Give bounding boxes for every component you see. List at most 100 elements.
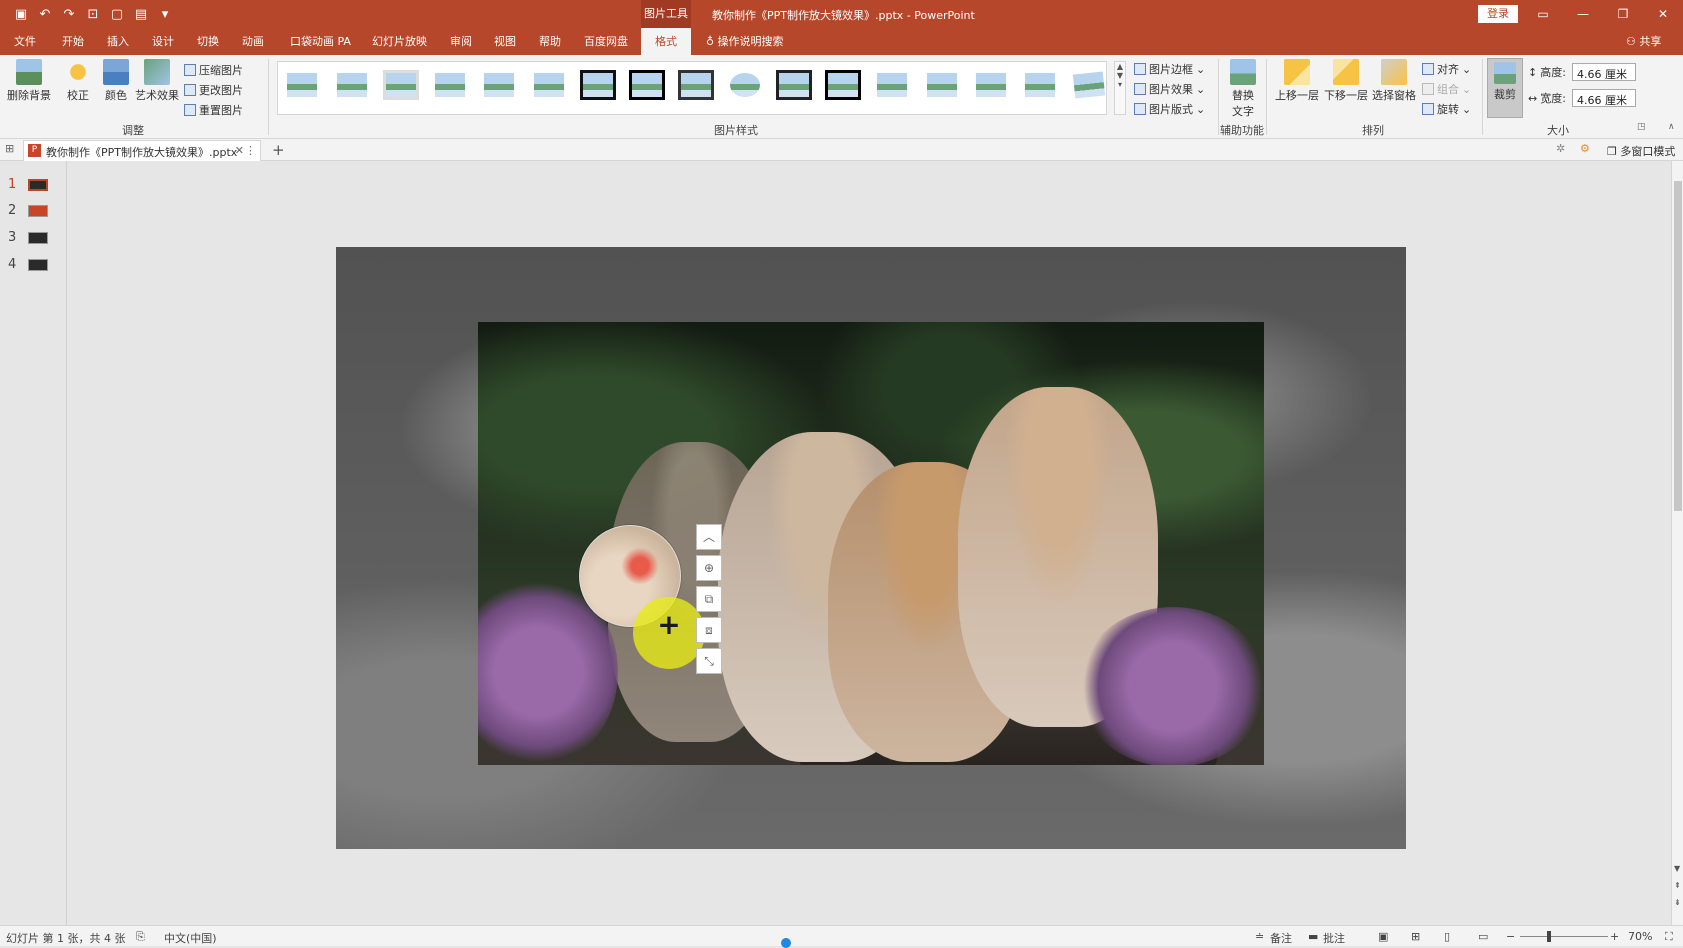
zoom-level[interactable]: 70% xyxy=(1628,930,1652,943)
selection-pane-button[interactable]: 选择窗格 xyxy=(1371,59,1417,103)
document-tab[interactable]: P 教你制作《PPT制作放大镜效果》.pptx ✕ ⋮ xyxy=(23,140,261,161)
notes-button[interactable]: 备注 xyxy=(1270,930,1292,946)
scrollbar-thumb[interactable] xyxy=(1674,181,1682,511)
accessibility-check-icon[interactable]: ⎘ xyxy=(136,930,145,944)
reset-picture-button[interactable]: 重置图片 xyxy=(184,102,243,118)
slideshow-icon[interactable]: ▭ xyxy=(1478,930,1488,943)
style-thumb[interactable] xyxy=(580,70,616,100)
language-indicator[interactable]: 中文(中国) xyxy=(164,930,217,946)
ribbon-display-options-icon[interactable]: ▭ xyxy=(1523,0,1563,28)
login-button[interactable]: 登录 xyxy=(1478,5,1518,23)
undo-icon[interactable]: ↶ xyxy=(36,5,54,23)
restore-icon[interactable]: ❐ xyxy=(1603,0,1643,28)
minimize-icon[interactable]: — xyxy=(1563,0,1603,28)
tab-format[interactable]: 格式 xyxy=(641,28,691,55)
normal-view-icon[interactable]: ▣ xyxy=(1378,930,1388,943)
style-thumb[interactable] xyxy=(1022,70,1058,100)
corrections-button[interactable]: 校正 xyxy=(62,59,94,103)
tab-home[interactable]: 开始 xyxy=(60,28,86,55)
style-thumb[interactable] xyxy=(284,70,320,100)
tab-review[interactable]: 审阅 xyxy=(448,28,474,55)
tab-slideshow[interactable]: 幻灯片放映 xyxy=(370,28,429,55)
fit-to-window-icon[interactable]: ⛶ xyxy=(1665,930,1673,944)
layout-options-icon[interactable]: ⊕ xyxy=(696,555,722,581)
collapse-up-icon[interactable]: ︿ xyxy=(696,524,722,550)
start-from-beginning-icon[interactable]: ⊡ xyxy=(84,5,102,23)
slide-sorter-icon[interactable]: ⊞ xyxy=(1411,930,1420,943)
slide-canvas[interactable] xyxy=(336,247,1406,849)
style-thumb[interactable] xyxy=(383,70,419,100)
multi-window-mode[interactable]: ❐ 多窗口模式 xyxy=(1607,143,1675,159)
height-input[interactable]: 4.66 厘米 xyxy=(1572,63,1636,81)
vertical-scrollbar[interactable]: ▼ ⇞ ⇟ xyxy=(1671,161,1683,925)
save-icon[interactable]: ▣ xyxy=(12,5,30,23)
style-thumb[interactable] xyxy=(874,70,910,100)
style-thumb[interactable] xyxy=(531,70,567,100)
tab-file[interactable]: 文件 xyxy=(12,28,38,55)
change-picture-button[interactable]: 更改图片 xyxy=(184,82,243,98)
bring-forward-button[interactable]: 上移一层 xyxy=(1274,59,1320,103)
style-thumb[interactable] xyxy=(825,70,861,100)
style-thumb[interactable] xyxy=(334,70,370,100)
color-button[interactable]: 颜色 xyxy=(100,59,132,103)
picture-effects-button[interactable]: 图片效果 ⌄ xyxy=(1134,81,1205,97)
remove-background-button[interactable]: 删除背景 xyxy=(6,59,52,103)
close-window-icon[interactable]: ✕ xyxy=(1643,0,1683,28)
zoom-slider-thumb[interactable] xyxy=(1547,931,1551,942)
copy-icon[interactable]: ⧉ xyxy=(696,586,722,612)
size-dialog-launcher-icon[interactable]: ◳ xyxy=(1637,122,1646,132)
tab-view[interactable]: 视图 xyxy=(492,28,518,55)
picture-layout-button[interactable]: 图片版式 ⌄ xyxy=(1134,101,1205,117)
style-thumb[interactable] xyxy=(432,70,468,100)
artistic-effects-button[interactable]: 艺术效果 xyxy=(134,59,180,103)
style-thumb[interactable] xyxy=(973,70,1009,100)
zoom-slider-track[interactable] xyxy=(1520,936,1608,937)
style-thumb[interactable] xyxy=(1070,68,1109,102)
share-button[interactable]: ⚇ 共享 xyxy=(1626,28,1661,55)
slide-thumbnail-4[interactable]: 4 xyxy=(8,257,48,272)
duplicate-icon[interactable]: ⧈ xyxy=(696,617,722,643)
tab-baidu-netdisk[interactable]: 百度网盘 xyxy=(582,28,630,55)
redo-icon[interactable]: ↷ xyxy=(60,5,78,23)
more-icon[interactable]: ⋮ xyxy=(245,144,256,157)
tab-help[interactable]: 帮助 xyxy=(537,28,563,55)
width-input[interactable]: 4.66 厘米 xyxy=(1572,89,1636,107)
tell-me-search[interactable]: ♁ 操作说明搜索 xyxy=(706,28,784,55)
gallery-scroll[interactable]: ▲ ▼ ▾ xyxy=(1114,61,1126,115)
group-objects-button[interactable]: 组合 ⌄ xyxy=(1422,81,1471,97)
comments-button[interactable]: 批注 xyxy=(1323,930,1345,946)
pin-icon[interactable]: ✲ xyxy=(1556,142,1565,155)
rotate-button[interactable]: 旋转 ⌄ xyxy=(1422,101,1471,117)
open-folder-icon[interactable]: ▤ xyxy=(132,5,150,23)
new-file-icon[interactable]: ▢ xyxy=(108,5,126,23)
previous-slide-icon[interactable]: ⇞ xyxy=(1674,881,1681,890)
close-tab-icon[interactable]: ✕ xyxy=(235,144,244,157)
style-thumb[interactable] xyxy=(678,70,714,100)
picture-border-button[interactable]: 图片边框 ⌄ xyxy=(1134,61,1205,77)
zoom-out-icon[interactable]: − xyxy=(1506,930,1515,943)
send-backward-button[interactable]: 下移一层 xyxy=(1323,59,1369,103)
align-button[interactable]: 对齐 ⌄ xyxy=(1422,61,1471,77)
tab-animations[interactable]: 动画 xyxy=(240,28,266,55)
scroll-down-icon[interactable]: ▼ xyxy=(1674,864,1680,873)
next-slide-icon[interactable]: ⇟ xyxy=(1674,898,1681,907)
add-tab-icon[interactable]: + xyxy=(272,141,285,159)
alt-text-button[interactable]: 替换 文字 xyxy=(1226,59,1260,119)
zoom-in-icon[interactable]: + xyxy=(1610,930,1619,943)
tab-list-icon[interactable]: ⊞ xyxy=(5,142,14,155)
style-thumb[interactable] xyxy=(481,70,517,100)
customize-qat-icon[interactable]: ▾ xyxy=(156,5,174,23)
slide-thumbnail-2[interactable]: 2 xyxy=(8,203,48,218)
tab-design[interactable]: 设计 xyxy=(150,28,176,55)
slide-thumbnail-1[interactable]: 1 xyxy=(8,177,48,192)
style-thumb[interactable] xyxy=(924,70,960,100)
slide-thumbnail-3[interactable]: 3 xyxy=(8,230,48,245)
tab-pocket-animation[interactable]: 口袋动画 PA xyxy=(288,28,353,55)
collapse-ribbon-icon[interactable]: ∧ xyxy=(1668,122,1675,132)
settings-gear-icon[interactable]: ⚙ xyxy=(1580,142,1590,155)
compress-pictures-button[interactable]: 压缩图片 xyxy=(184,62,243,78)
reading-view-icon[interactable]: ▯ xyxy=(1444,930,1450,943)
tab-insert[interactable]: 插入 xyxy=(105,28,131,55)
style-thumb[interactable] xyxy=(727,70,763,100)
style-thumb[interactable] xyxy=(776,70,812,100)
